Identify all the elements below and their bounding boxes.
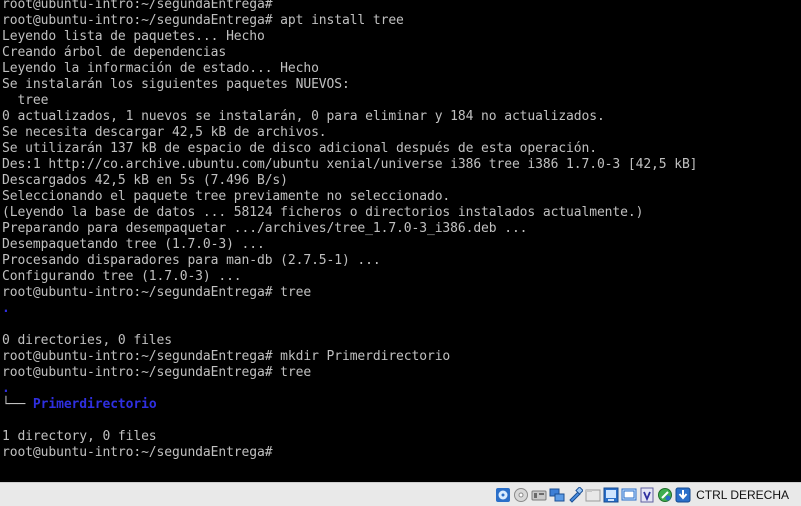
screen-capture-icon[interactable] xyxy=(620,486,637,504)
terminal-line: root@ubuntu-intro:~/segundaEntrega# mkdi… xyxy=(2,349,451,364)
directory-name: Primerdirectorio xyxy=(32,397,157,412)
optical-drive-icon[interactable] xyxy=(494,486,511,504)
terminal-line: Seleccionando el paquete tree previament… xyxy=(2,189,451,204)
terminal-line: 0 actualizados, 1 nuevos se instalarán, … xyxy=(2,109,605,124)
virtualization-icon[interactable] xyxy=(638,486,655,504)
terminal-line: Leyendo la información de estado... Hech… xyxy=(2,61,319,76)
terminal-line: Leyendo lista de paquetes... Hecho xyxy=(2,29,265,44)
terminal-line: Des:1 http://co.archive.ubuntu.com/ubunt… xyxy=(2,157,698,172)
vm-status-bar: CTRL DERECHA xyxy=(0,482,801,506)
terminal-line: root@ubuntu-intro:~/segundaEntrega# xyxy=(2,445,273,460)
terminal-line: Preparando para desempaquetar .../archiv… xyxy=(2,221,528,236)
tree-root-dot: . xyxy=(2,301,10,316)
host-key-label: CTRL DERECHA xyxy=(696,488,789,502)
terminal-line: root@ubuntu-intro:~/segundaEntrega# xyxy=(2,0,273,12)
display-icon[interactable] xyxy=(602,486,619,504)
terminal-screen[interactable]: root@ubuntu-intro:~/segundaEntrega# root@… xyxy=(0,0,801,482)
terminal-line: Procesando disparadores para man-db (2.7… xyxy=(2,253,381,268)
terminal-line: tree xyxy=(2,93,49,108)
terminal-line: 1 directory, 0 files xyxy=(2,429,157,444)
terminal-line: root@ubuntu-intro:~/segundaEntrega# tree xyxy=(2,285,312,300)
terminal-line: 0 directories, 0 files xyxy=(2,333,172,348)
mouse-integration-icon[interactable] xyxy=(656,486,673,504)
terminal-line: Se instalarán los siguientes paquetes NU… xyxy=(2,77,350,92)
terminal-line: Descargados 42,5 kB en 5s (7.496 B/s) xyxy=(2,173,288,188)
usb-icon[interactable] xyxy=(566,486,583,504)
tree-branch-prefix: └── xyxy=(2,397,33,412)
terminal-output: root@ubuntu-intro:~/segundaEntrega# root@… xyxy=(2,0,698,461)
terminal-line: Se necesita descargar 42,5 kB de archivo… xyxy=(2,125,327,140)
terminal-line: Desempaquetando tree (1.7.0-3) ... xyxy=(2,237,265,252)
terminal-line: └── Primerdirectorio xyxy=(2,397,697,413)
terminal-line: Configurando tree (1.7.0-3) ... xyxy=(2,269,242,284)
terminal-line: Se utilizarán 137 kB de espacio de disco… xyxy=(2,141,597,156)
terminal-line: (Leyendo la base de datos ... 58124 fich… xyxy=(2,205,644,220)
audio-icon[interactable] xyxy=(530,486,547,504)
network-icon[interactable] xyxy=(548,486,565,504)
hard-disk-icon[interactable] xyxy=(512,486,529,504)
shared-folders-icon[interactable] xyxy=(584,486,601,504)
terminal-line: root@ubuntu-intro:~/segundaEntrega# apt … xyxy=(2,13,404,28)
terminal-line: Creando árbol de dependencias xyxy=(2,45,227,60)
device-tray: CTRL DERECHA xyxy=(494,485,789,505)
keyboard-capture-icon[interactable] xyxy=(674,486,691,504)
terminal-line: root@ubuntu-intro:~/segundaEntrega# tree xyxy=(2,365,312,380)
tree-root-dot: . xyxy=(2,381,10,396)
